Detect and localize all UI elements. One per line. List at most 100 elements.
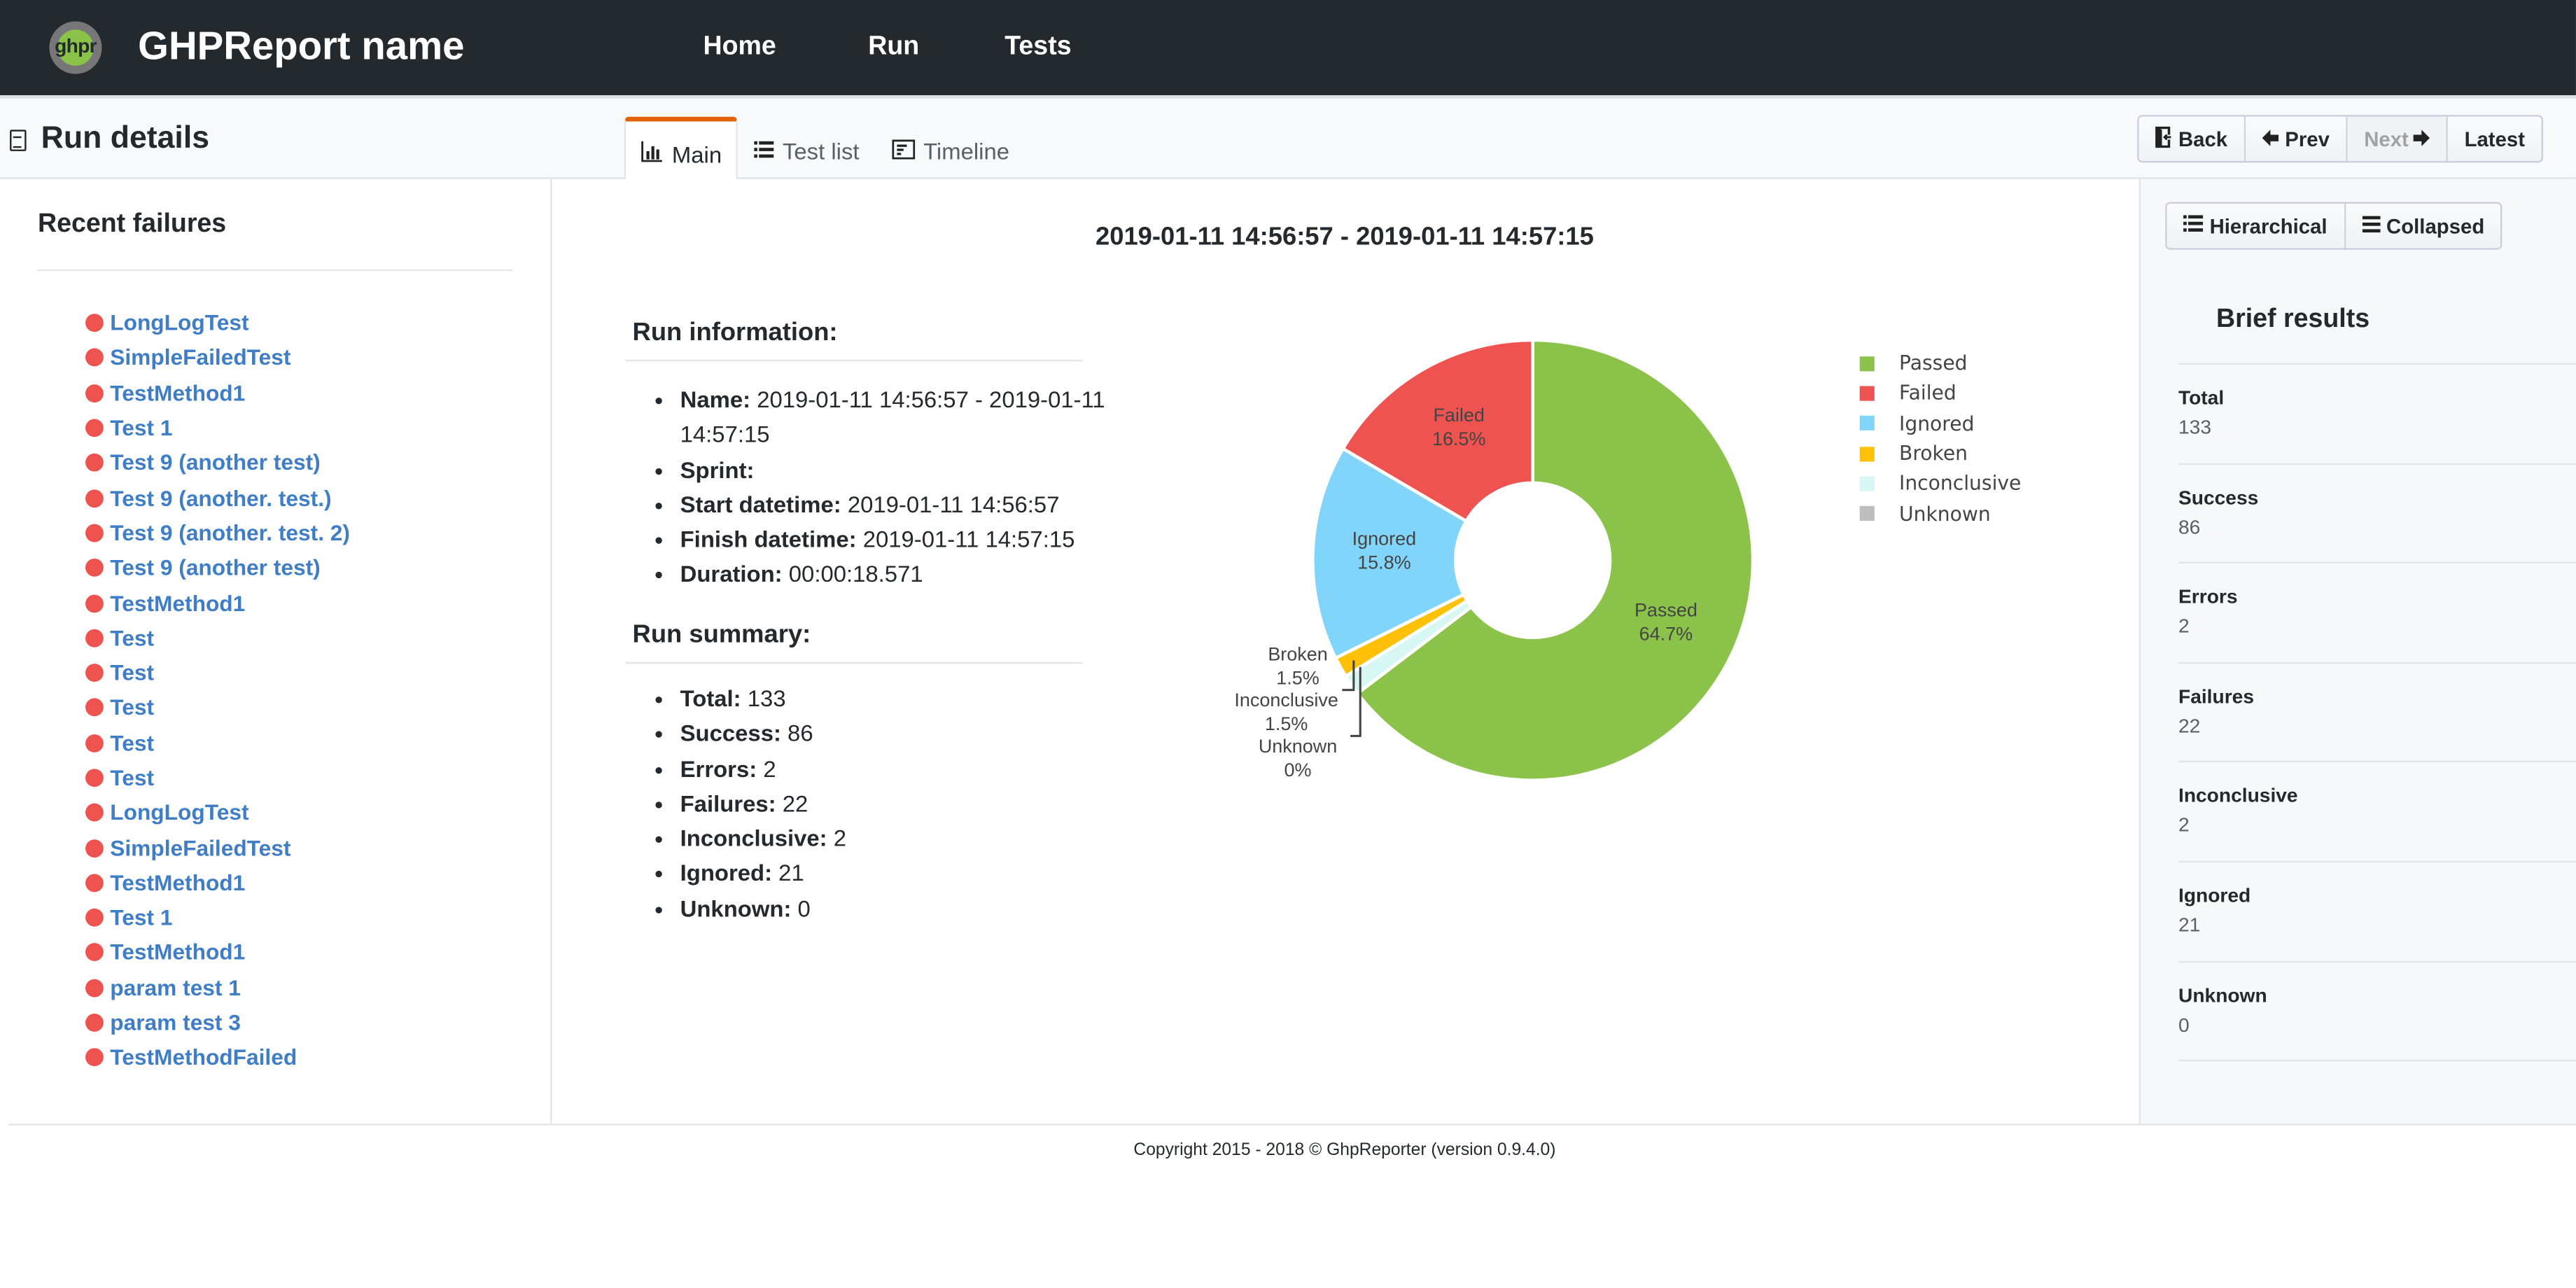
tab-timeline[interactable]: Timeline xyxy=(876,120,1026,182)
collapsed-button[interactable]: Collapsed xyxy=(2345,204,2501,248)
nav-link-home[interactable]: Home xyxy=(703,33,776,62)
legend-swatch xyxy=(1859,506,1875,522)
brief-result-value: 2 xyxy=(2178,615,2190,638)
info-name: Name: 2019-01-11 14:56:57 - 2019-01-11 1… xyxy=(680,383,1107,453)
failure-list-item: TestMethod1 xyxy=(85,375,350,410)
failure-link[interactable]: Test 9 (another test) xyxy=(110,556,320,580)
back-button[interactable]: Back xyxy=(2138,116,2246,161)
legend-item[interactable]: Unknown xyxy=(1859,498,2022,528)
footer-divider xyxy=(8,1124,2576,1126)
legend-item[interactable]: Inconclusive xyxy=(1859,468,2021,498)
arrow-left-icon xyxy=(2262,127,2278,150)
brief-result-label: Unknown xyxy=(2178,983,2267,1007)
slice-label-name: Passed xyxy=(1634,600,1698,621)
summary-item: Errors: 2 xyxy=(680,752,1107,787)
sign-out-icon xyxy=(2155,125,2171,153)
summary-item: Unknown: 0 xyxy=(680,892,1107,927)
failure-link[interactable]: Test 9 (another test) xyxy=(110,451,320,475)
legend-label: Passed xyxy=(1899,351,1968,375)
footer-copyright: Copyright 2015 - 2018 © GhpReporter (ver… xyxy=(1133,1140,1556,1160)
view-mode-buttons: Hierarchical Collapsed xyxy=(2165,202,2503,250)
run-information-heading: Run information: xyxy=(632,318,838,347)
failure-link[interactable]: Test 1 xyxy=(110,416,172,440)
failure-link[interactable]: LongLogTest xyxy=(110,801,248,825)
run-summary-heading: Run summary: xyxy=(632,621,811,650)
failure-link[interactable]: Test xyxy=(110,696,154,720)
failure-link[interactable]: Test 9 (another. test.) xyxy=(110,486,331,510)
failure-link[interactable]: TestMethod1 xyxy=(110,941,245,965)
brief-result-value: 21 xyxy=(2178,913,2201,937)
failure-list-item: Test 1 xyxy=(85,900,350,935)
failure-link[interactable]: LongLogTest xyxy=(110,311,248,335)
failed-status-icon xyxy=(85,1014,104,1032)
legend-item[interactable]: Passed xyxy=(1859,349,2022,379)
ghpr-logo-icon[interactable]: ghpr xyxy=(49,21,102,74)
legend-item[interactable]: Failed xyxy=(1859,378,2022,408)
failure-link[interactable]: TestMethod1 xyxy=(110,591,245,615)
failure-link[interactable]: TestMethod1 xyxy=(110,381,245,405)
failure-link[interactable]: Test xyxy=(110,766,154,790)
divider xyxy=(626,359,1083,362)
brief-result-item: Inconclusive 2 xyxy=(2178,763,2576,862)
tab-main[interactable]: Main xyxy=(624,116,738,186)
next-button[interactable]: Next xyxy=(2347,116,2449,161)
top-navbar: ghpr GHPReport name Home Run Tests xyxy=(0,0,2576,96)
legend-swatch xyxy=(1859,476,1875,491)
failure-link[interactable]: TestMethod1 xyxy=(110,871,245,895)
run-information-list: Name: 2019-01-11 14:56:57 - 2019-01-11 1… xyxy=(654,383,1107,593)
brand-title[interactable]: GHPReport name xyxy=(138,24,464,71)
logo-text: ghpr xyxy=(55,34,97,58)
failure-list-item: Test xyxy=(85,690,350,725)
legend-item[interactable]: Broken xyxy=(1859,438,2022,468)
failed-status-icon xyxy=(85,489,104,507)
failure-list-item: Test 9 (another test) xyxy=(85,445,350,480)
failure-link[interactable]: param test 3 xyxy=(110,1011,241,1035)
legend-label: Unknown xyxy=(1899,502,1991,526)
slice-label-name: Failed xyxy=(1433,405,1484,426)
failed-status-icon xyxy=(85,769,104,788)
failure-link[interactable]: TestMethodFailed xyxy=(110,1046,297,1070)
legend-swatch xyxy=(1859,416,1875,431)
timeline-icon xyxy=(892,139,916,163)
failure-link[interactable]: Test xyxy=(110,731,154,755)
failed-status-icon xyxy=(85,874,104,892)
failed-status-icon xyxy=(85,454,104,472)
run-navigation-buttons: Back Prev Next Latest xyxy=(2137,115,2543,163)
summary-item: Failures: 22 xyxy=(680,787,1107,822)
slice-label-name: Ignored xyxy=(1352,528,1416,550)
nav-link-run[interactable]: Run xyxy=(868,33,919,62)
nav-link-tests[interactable]: Tests xyxy=(1004,33,1071,62)
failed-status-icon xyxy=(85,944,104,962)
brief-result-value: 133 xyxy=(2178,415,2212,439)
slice-label-inconclusive: Inconclusive 1.5% xyxy=(1234,690,1338,734)
failed-status-icon xyxy=(85,419,104,438)
failure-link[interactable]: SimpleFailedTest xyxy=(110,346,290,370)
brief-result-value: 2 xyxy=(2178,813,2190,837)
brief-result-item: Ignored 21 xyxy=(2178,862,2576,962)
legend-item[interactable]: Ignored xyxy=(1859,408,2022,438)
latest-button[interactable]: Latest xyxy=(2448,116,2542,161)
failure-link[interactable]: SimpleFailedTest xyxy=(110,836,290,860)
brief-result-label: Total xyxy=(2178,386,2225,410)
prev-label: Prev xyxy=(2285,127,2330,150)
list-icon xyxy=(755,139,775,163)
prev-button[interactable]: Prev xyxy=(2245,116,2348,161)
failure-list-item: LongLogTest xyxy=(85,795,350,830)
failure-link[interactable]: Test 9 (another. test. 2) xyxy=(110,521,350,545)
failure-list-item: TestMethodFailed xyxy=(85,1040,350,1075)
page-title-text: Run details xyxy=(41,121,210,156)
failed-status-icon xyxy=(85,559,104,578)
failure-link[interactable]: param test 1 xyxy=(110,976,241,1000)
slice-label-percent: 1.5% xyxy=(1276,667,1319,688)
failure-link[interactable]: Test xyxy=(110,626,154,650)
run-summary-list: Total: 133Success: 86Errors: 2Failures: … xyxy=(654,682,1107,927)
slice-label-percent: 1.5% xyxy=(1265,713,1308,734)
hierarchical-button[interactable]: Hierarchical xyxy=(2166,204,2346,248)
recent-failures-title: Recent failures xyxy=(37,210,227,239)
tab-test-list[interactable]: Test list xyxy=(738,120,876,182)
failure-link[interactable]: Test 1 xyxy=(110,906,172,930)
failure-list-item: Test xyxy=(85,620,350,655)
failure-list-item: param test 3 xyxy=(85,1005,350,1040)
results-donut-chart: Passed 64.7%Unknown 0%Inconclusive 1.5%Brok… xyxy=(1234,338,1755,783)
failure-link[interactable]: Test xyxy=(110,661,154,685)
